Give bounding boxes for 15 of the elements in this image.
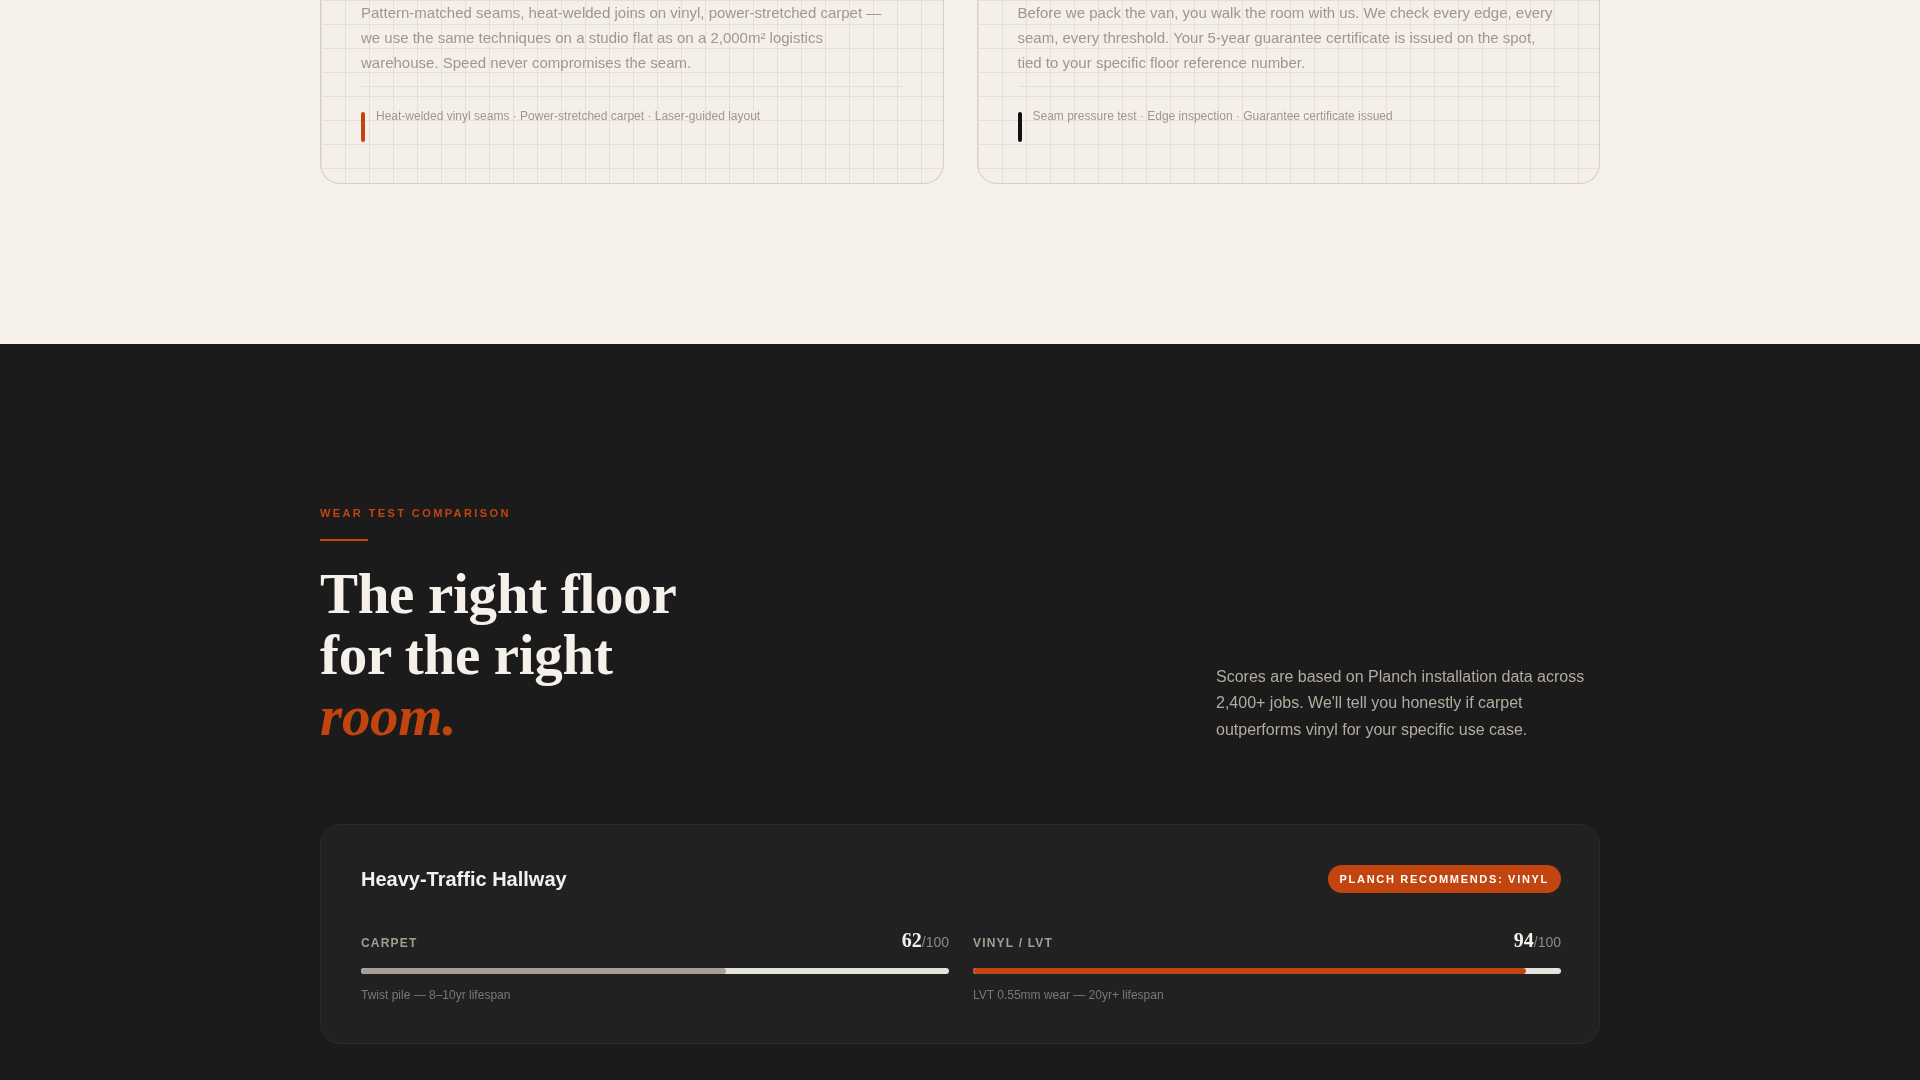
section-heading: The right floor for the right room.	[320, 563, 677, 746]
score-reading: 94/100	[1513, 928, 1561, 953]
score-reading: 62/100	[901, 928, 949, 953]
eyebrow-label: WEAR TEST COMPARISON	[320, 506, 512, 520]
score-label: VINYL / LVT	[973, 936, 1054, 950]
comparison-title: Heavy-Traffic Hallway	[361, 867, 567, 891]
card-text: Pattern-matched seams, heat-welded joins on vinyl, power-stretched carpet — we use the same techniques on a studio flat as on a 2,000m² logistics warehouse. Speed never compromises the seam.	[361, 3, 883, 73]
score-note: LVT 0.55mm wear — 20yr+ lifespan	[973, 987, 1165, 1003]
score-label: CARPET	[361, 936, 418, 950]
section-description: Scores are based on Planch installation data across 2,400+ jobs. We'll tell you honestly if carpet outperforms vinyl for your specific use case.	[1216, 666, 1586, 740]
highlights-text: Heat-welded vinyl seams · Power-stretched carpet · Laser-guided layout	[376, 109, 761, 123]
card-text: Before we pack the van, you walk the room with us. We check every edge, every seam, every threshold. Your 5-year guarantee certificate is issued on the spot, tied to your specific floor reference number.	[1017, 3, 1554, 73]
highlights-text: Seam pressure test · Edge inspection · Guarantee certificate issued	[1032, 109, 1393, 123]
score-note: Twist pile — 8–10yr lifespan	[361, 987, 512, 1003]
recommendation-badge: PLANCH RECOMMENDS: VINYL	[1327, 865, 1561, 893]
